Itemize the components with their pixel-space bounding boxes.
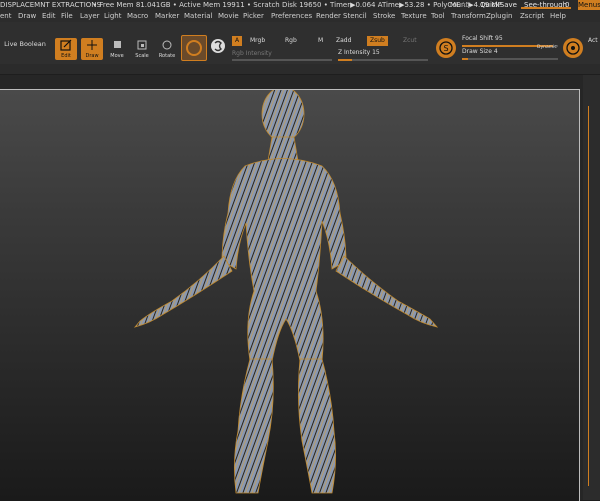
menu-item-marker[interactable]: Marker [155,10,179,22]
document-name: DISPLACEMNT EXTRACTIONS [0,1,101,9]
draw-icon [87,40,97,50]
menu-item-material[interactable]: Material [184,10,212,22]
brush-icon [566,41,580,55]
toolbar: Live Boolean Edit Draw Move Scale Rotate [0,22,600,65]
move-button[interactable]: Move [108,39,126,59]
rotate-button[interactable]: Rotate [158,39,176,59]
scale-label: Scale [135,53,149,59]
live-boolean-button[interactable]: Live Boolean [2,40,48,50]
menu-item-light[interactable]: Light [104,10,121,22]
rgb-intensity-track [232,59,332,61]
menu-item-edit[interactable]: Edit [42,10,56,22]
menu-item-preferences[interactable]: Preferences [271,10,312,22]
menu-item-file[interactable]: File [61,10,73,22]
menu-item-macro[interactable]: Macro [127,10,148,22]
z-intensity-fill [338,59,352,61]
active-points-button[interactable] [563,38,583,58]
menu-bar: ent Draw Edit File Layer Light Macro Marker Mate… [0,10,600,22]
me-indicator: ME [450,1,461,9]
right-panel [583,75,600,500]
zcut-toggle[interactable]: Zcut [400,36,420,46]
edit-icon [60,39,72,51]
memory-stats: • Free Mem 81.041GB • Active Mem 19911 •… [93,1,502,9]
move-label: Move [110,53,124,59]
menu-item-transform[interactable]: Transform [451,10,486,22]
z-intensity-slider[interactable]: Z Intensity 15 [338,49,428,61]
act-label: Act [588,37,598,44]
material-sphere-icon [186,40,202,56]
menu-item-ent[interactable]: ent [0,10,12,22]
rotate-label: Rotate [158,53,176,59]
menu-item-zplugin[interactable]: Zplugin [486,10,512,22]
z-intensity-track [338,59,428,61]
texture-circle-icon [211,39,225,53]
rotate-icon [162,40,172,50]
right-panel-divider [588,106,589,486]
draw-size-label: Draw Size [462,48,492,55]
title-bar: DISPLACEMNT EXTRACTIONS • Free Mem 81.04… [0,0,600,10]
quicksave-button[interactable]: QuickSave [480,0,517,10]
rgb-intensity-label: Rgb Intensity [232,50,272,57]
edit-label: Edit [61,53,71,59]
scale-icon [137,40,147,50]
zsub-toggle[interactable]: Zsub [367,36,388,46]
menus-button[interactable]: Menus [578,0,600,10]
menu-item-zscript[interactable]: Zscript [520,10,544,22]
menu-item-help[interactable]: Help [550,10,566,22]
menu-item-layer[interactable]: Layer [80,10,100,22]
draw-size-fill [462,58,468,60]
menu-item-stencil[interactable]: Stencil [343,10,367,22]
rgb-toggle[interactable]: Rgb [282,36,300,46]
scale-button[interactable]: Scale [133,39,151,59]
focal-shift-value: 95 [495,35,503,42]
menu-item-render[interactable]: Render [316,10,341,22]
a-toggle[interactable]: A [232,36,243,46]
edit-button[interactable]: Edit [55,38,77,60]
menu-item-texture[interactable]: Texture [401,10,427,22]
move-icon [114,41,121,48]
texture-button[interactable] [210,38,226,54]
viewport[interactable] [0,89,580,501]
focal-shift-button[interactable]: S [436,38,456,58]
menu-item-draw[interactable]: Draw [18,10,36,22]
rgb-intensity-slider[interactable]: Rgb Intensity [232,49,332,61]
mrgb-toggle[interactable]: Mrgb [247,36,268,46]
z-intensity-label: Z Intensity [338,49,371,56]
draw-label: Draw [85,53,99,59]
focal-shift-label: Focal Shift [462,35,494,42]
draw-size-track [462,58,558,60]
menu-item-stroke[interactable]: Stroke [373,10,395,22]
s-icon: S [439,41,453,55]
draw-size-value: 4 [493,48,498,55]
z-intensity-value: 15 [372,49,380,56]
menu-item-picker[interactable]: Picker [243,10,264,22]
shelf-strip [0,64,600,74]
menu-item-tool[interactable]: Tool [431,10,445,22]
zadd-toggle[interactable]: Zadd [333,36,354,46]
dynamic-toggle[interactable]: Dynamic [537,43,557,53]
ac-indicator: AC [461,1,471,9]
m-toggle[interactable]: M [315,36,326,46]
svg-text:S: S [443,44,448,53]
figure-model[interactable] [0,90,579,501]
see-through-slider[interactable] [521,7,571,9]
menu-item-movie[interactable]: Movie [218,10,239,22]
draw-button[interactable]: Draw [81,38,103,60]
material-swatch[interactable] [181,35,207,61]
